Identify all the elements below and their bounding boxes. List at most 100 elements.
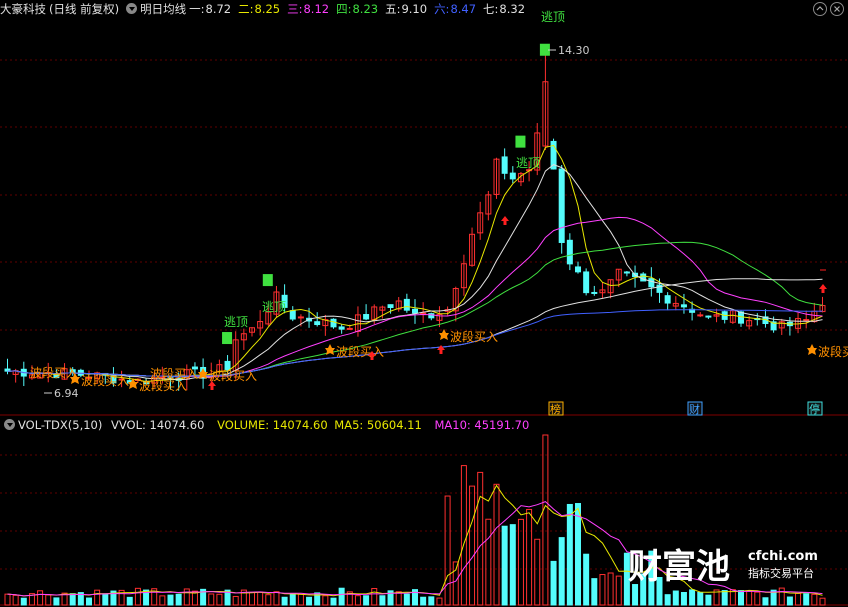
ma-item-label: 一: xyxy=(189,2,205,16)
volume-bar xyxy=(599,574,606,606)
watermark-site: cfchi.com xyxy=(748,549,818,564)
volume-bar xyxy=(615,575,622,606)
volume-bar xyxy=(371,588,378,606)
volume-bar xyxy=(297,593,304,606)
volume-bar xyxy=(542,434,549,606)
escape-top-marker xyxy=(222,332,233,345)
volume-bar xyxy=(257,591,264,606)
band-buy-label: 波段买入 xyxy=(209,368,257,383)
volume-bar xyxy=(403,593,410,606)
volume-bar xyxy=(795,592,802,606)
collapse-icon[interactable] xyxy=(813,2,827,16)
event-marker: 财 xyxy=(689,402,700,416)
volume-bar xyxy=(444,495,451,606)
volume-bar xyxy=(591,578,598,606)
volume-value: VOLUME: 14074.60 xyxy=(217,418,328,432)
candle-body xyxy=(387,304,394,309)
volume-bar xyxy=(126,596,133,606)
vvol-value: VVOL: 14074.60 xyxy=(111,418,205,432)
candle-body xyxy=(558,168,565,243)
volume-bar xyxy=(94,589,101,606)
volume-bar xyxy=(762,597,769,606)
candle-body xyxy=(330,318,337,328)
candle-body xyxy=(705,315,712,318)
volume-bar xyxy=(4,593,11,606)
volume-indicator-dropdown-icon[interactable] xyxy=(4,419,15,430)
volume-bar xyxy=(632,584,639,606)
volume-bar xyxy=(102,593,109,606)
buy-arrow-icon xyxy=(501,216,509,225)
volume-bar xyxy=(566,503,573,606)
volume-bar xyxy=(485,518,492,606)
candle-body xyxy=(363,314,370,320)
ma-item-label: 六: xyxy=(434,2,450,16)
watermark-brand: 财富池 xyxy=(628,547,730,587)
volume-bar xyxy=(208,593,215,606)
volume-bar xyxy=(558,537,565,606)
candle-body xyxy=(338,326,345,330)
ma-item-label: 四: xyxy=(336,2,352,16)
volume-bar xyxy=(428,596,435,606)
volume-bar xyxy=(86,597,92,606)
low-price-label: 6.94 xyxy=(54,387,79,400)
volume-bar xyxy=(460,465,467,606)
period-label: (日线 前复权) xyxy=(49,2,120,16)
candle-body xyxy=(566,239,573,265)
candle-body xyxy=(297,316,304,319)
price-panel-header: 大豪科技 (日线 前复权) 明日均线 一:8.72 二:8.25 三:8.12 四:8.23… xyxy=(0,0,535,18)
volume-bar xyxy=(803,593,810,606)
candle-body xyxy=(575,266,581,273)
candle-body xyxy=(697,314,704,317)
candle-body xyxy=(623,271,630,274)
ma-item-label: 七: xyxy=(483,2,499,16)
stock-name[interactable]: 大豪科技 xyxy=(0,2,46,16)
band-buy-label: 波段买入 xyxy=(30,365,78,380)
volume-bar xyxy=(452,561,459,606)
volume-bar xyxy=(501,525,508,606)
volume-bar xyxy=(69,593,76,606)
volume-bar xyxy=(697,591,704,606)
candle-body xyxy=(591,291,598,294)
volume-ma10-value: MA10: 45191.70 xyxy=(434,418,530,432)
ma-item: 六:8.47 xyxy=(434,2,479,16)
volume-bar xyxy=(53,597,60,606)
volume-bar xyxy=(811,593,818,606)
volume-bar xyxy=(354,595,361,606)
volume-panel-header: VOL-TDX(5,10) VVOL: 14074.60 VOLUME: 140… xyxy=(0,416,532,434)
moving-average-line xyxy=(7,144,823,383)
volume-bar xyxy=(167,594,174,606)
volume-bar xyxy=(436,597,443,606)
ma-item-value: 8.25 xyxy=(254,2,281,16)
ma-item: 四:8.23 xyxy=(336,2,381,16)
escape-top-marker xyxy=(262,274,273,287)
star-icon xyxy=(325,344,335,355)
candle-body xyxy=(314,321,321,326)
volume-bar xyxy=(607,572,614,606)
candle-body xyxy=(648,278,655,288)
volume-bar xyxy=(672,590,679,606)
candle-body xyxy=(501,156,508,174)
band-buy-label: 波段买入 xyxy=(150,366,198,381)
indicator-dropdown-icon[interactable] xyxy=(126,3,138,14)
candle-body xyxy=(664,295,671,304)
volume-bar xyxy=(183,588,190,606)
volume-indicator-name[interactable]: VOL-TDX(5,10) xyxy=(18,418,102,432)
indicator-name[interactable]: 明日均线 xyxy=(140,2,186,16)
volume-bar xyxy=(534,538,541,606)
close-icon[interactable] xyxy=(830,2,844,16)
volume-bar xyxy=(526,508,533,606)
volume-bar xyxy=(575,503,581,606)
star-icon xyxy=(439,329,449,340)
volume-bar xyxy=(721,590,728,606)
watermark-slogan: 指标交易平台 xyxy=(748,566,814,580)
ma-item-value: 8.12 xyxy=(303,2,330,16)
escape-top-marker xyxy=(515,135,526,148)
volume-bar xyxy=(273,591,280,606)
volume-bar xyxy=(363,595,370,606)
volume-bar xyxy=(746,590,753,606)
volume-bar xyxy=(330,597,337,606)
candle-body xyxy=(583,271,590,294)
volume-bar xyxy=(134,587,141,606)
candle-body xyxy=(420,312,427,315)
volume-bar xyxy=(289,593,296,606)
